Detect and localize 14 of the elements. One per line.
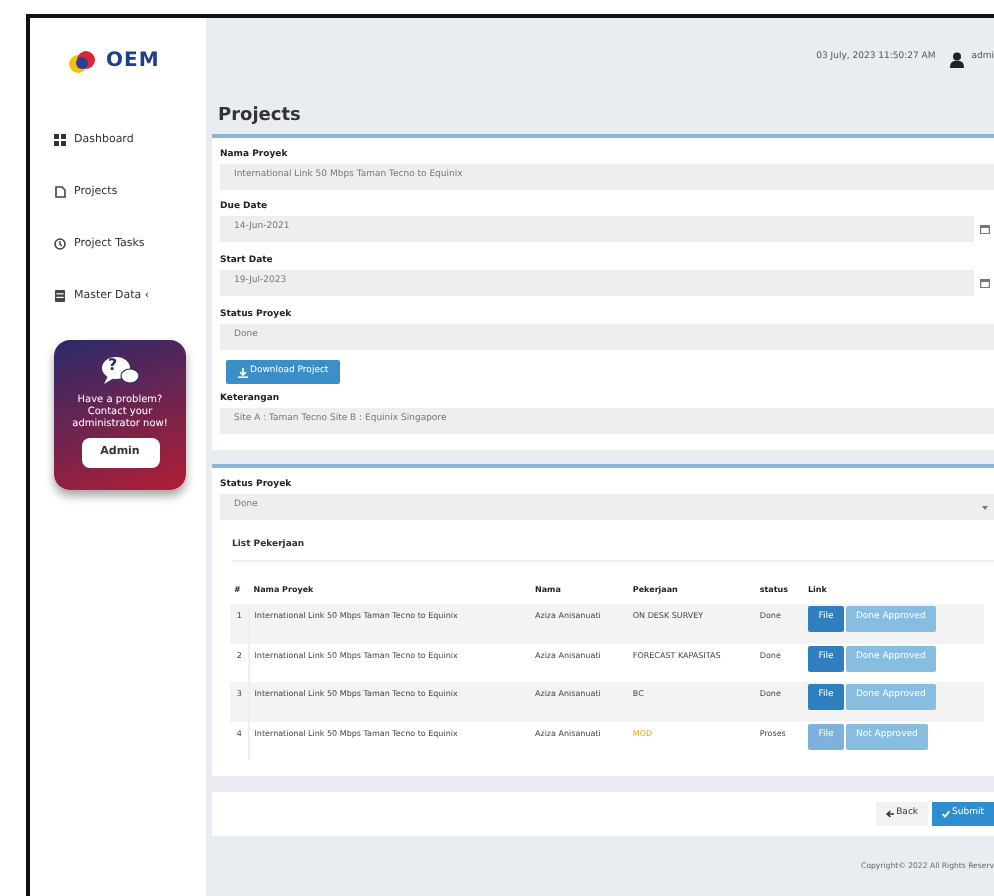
- brand-name: OEM: [106, 48, 160, 76]
- caret-icon: [982, 505, 988, 509]
- download-icon: [238, 367, 248, 377]
- calendar-icon: [979, 278, 989, 288]
- check-icon: [942, 810, 951, 818]
- grid-icon: [54, 134, 66, 146]
- logo-icon: [68, 49, 96, 73]
- arrow-left-icon: [886, 810, 895, 818]
- document-icon: [54, 186, 66, 198]
- page-title: Projects: [218, 104, 303, 128]
- calendar-icon: [979, 224, 989, 234]
- database-icon: [54, 290, 66, 302]
- user-icon: [949, 51, 964, 67]
- clock-icon: [54, 238, 66, 250]
